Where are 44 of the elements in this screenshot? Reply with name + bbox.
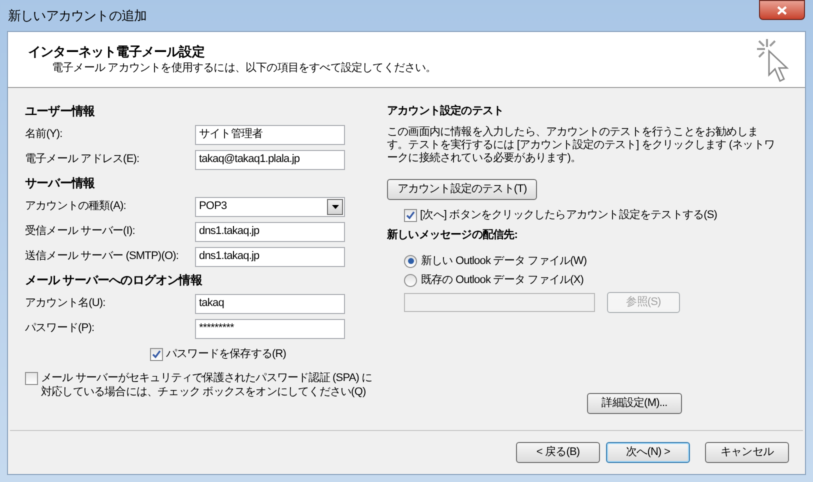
radio-label: 新しい Outlook データ ファイル(W) xyxy=(421,254,587,269)
section-title: 新しいメッセージの配信先: xyxy=(387,228,518,244)
sparkle-cursor-icon xyxy=(755,36,789,82)
check-icon xyxy=(406,211,415,220)
checkbox-label: パスワードを保存する(R) xyxy=(166,346,286,362)
button[interactable]: キャンセル xyxy=(705,442,789,463)
input-field[interactable]: ********* xyxy=(195,318,345,338)
radio-label: 既存の Outlook データ ファイル(X) xyxy=(421,272,584,288)
header-subtitle: 電子メール アカウントを使用するには、以下の項目をすべて設定してください。 xyxy=(51,60,436,76)
field-label: 名前(Y): xyxy=(25,127,64,142)
button[interactable]: アカウント設定のテスト(T) xyxy=(387,179,537,200)
test-description: この画面内に情報を入力したら、アカウントのテストを行うことをお勧めします。テストを実行するには [アカウント設定のテスト] をクリックします (ネットワークに接続されている必要があります)。 xyxy=(387,126,776,165)
field-label: 受信メール サーバー(I): xyxy=(25,224,136,240)
account-type-dropdown[interactable]: POP3 xyxy=(195,196,345,216)
header-title: インターネット電子メール設定 xyxy=(28,44,206,60)
field-label: アカウントの種類(A): xyxy=(25,199,127,214)
checkbox[interactable] xyxy=(25,372,38,385)
button[interactable]: 次へ(N) > xyxy=(606,442,690,463)
input-field[interactable]: dns1.takaq.jp xyxy=(195,222,345,242)
check-icon xyxy=(152,350,161,358)
checkbox-label: [次へ] ボタンをクリックしたらアカウント設定をテストする(S) xyxy=(420,208,718,222)
radio-button[interactable] xyxy=(404,274,417,286)
section-title: メール サーバーへのログオン情報 xyxy=(25,272,204,289)
field-label: 電子メール アドレス(E): xyxy=(25,152,140,168)
section-title: サーバー情報 xyxy=(25,175,96,192)
file-path-field[interactable] xyxy=(404,292,595,312)
button[interactable]: < 戻る(B) xyxy=(516,442,600,463)
field-label: パスワード(P): xyxy=(25,321,96,336)
window-title: 新しいアカウントの追加 xyxy=(8,7,147,25)
input-field[interactable]: takaq xyxy=(195,294,345,314)
button[interactable]: 詳細設定(M)... xyxy=(587,393,682,414)
checkbox[interactable] xyxy=(150,348,163,360)
field-label: 送信メール サーバー (SMTP)(O): xyxy=(25,249,180,264)
checkbox[interactable] xyxy=(404,209,417,222)
field-label: アカウント名(U): xyxy=(25,296,106,312)
input-field[interactable]: dns1.takaq.jp xyxy=(195,246,345,266)
close-button[interactable] xyxy=(759,0,805,20)
section-title: ユーザー情報 xyxy=(25,103,96,120)
section-title: アカウント設定のテスト xyxy=(387,104,505,119)
close-icon xyxy=(777,6,787,14)
checkbox-label: メール サーバーがセキュリティで保護されたパスワード認証 (SPA) に対応している場合には、チェック ボックスをオンにしてください(Q) xyxy=(41,371,374,399)
input-field[interactable]: takaq@takaq1.plala.jp xyxy=(195,150,345,170)
input-field[interactable]: サイト管理者 xyxy=(195,124,345,144)
radio-button[interactable] xyxy=(404,254,417,268)
